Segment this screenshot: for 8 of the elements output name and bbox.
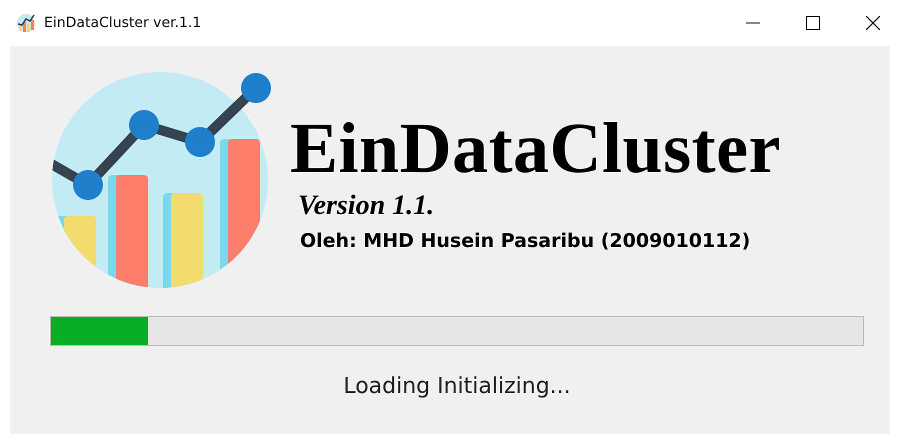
app-icon (16, 13, 36, 33)
close-icon[interactable] (866, 16, 880, 30)
version-label: Version 1.1. (298, 190, 436, 222)
maximize-icon[interactable] (806, 16, 820, 30)
app-title: EinDataCluster (290, 108, 781, 188)
author-label: Oleh: MHD Husein Pasaribu (2009010112) (300, 230, 752, 252)
status-label: Loading Initializing... (342, 374, 572, 399)
window-title: EinDataCluster ver.1.1 (44, 15, 202, 31)
